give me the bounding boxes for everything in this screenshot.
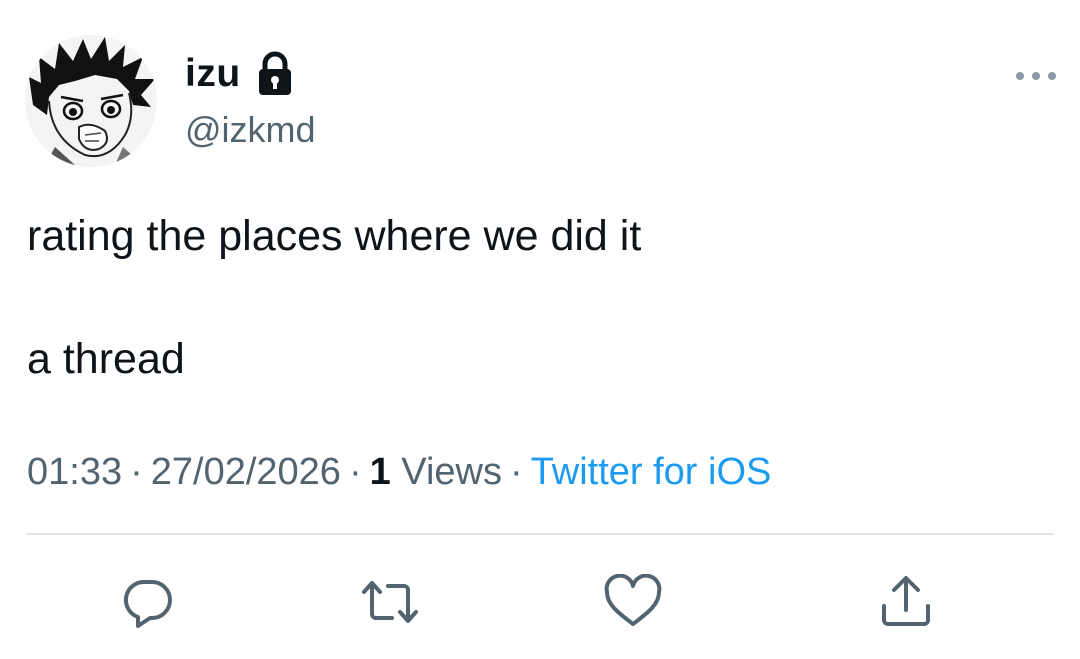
retweet-icon <box>362 581 418 623</box>
share-button[interactable] <box>874 570 938 634</box>
separator-dot: · <box>130 451 143 493</box>
retweet-button[interactable] <box>358 570 422 634</box>
like-button[interactable] <box>601 570 665 634</box>
divider <box>27 533 1054 535</box>
tweet-detail: izu @izkmd rating the places where we di… <box>0 0 1080 659</box>
tweet-metadata: 01:33 · 27/02/2026 · 1 Views · Twitter for iOS <box>27 448 771 496</box>
tweet-text-line: rating the places where we did it <box>27 212 642 260</box>
display-name[interactable]: izu <box>185 50 295 98</box>
avatar[interactable] <box>25 35 157 167</box>
heart-icon <box>604 574 662 626</box>
views-label[interactable]: Views <box>401 451 502 493</box>
separator-dot: · <box>348 451 362 493</box>
views-count[interactable]: 1 <box>370 451 391 493</box>
reply-button[interactable] <box>116 570 180 634</box>
display-name-text[interactable]: izu <box>185 50 241 98</box>
avatar-drawing-icon <box>25 35 157 167</box>
user-handle[interactable]: @izkmd <box>185 108 316 152</box>
separator-dot: · <box>509 451 523 493</box>
reply-icon <box>123 579 172 628</box>
tweet-date[interactable]: 27/02/2026 <box>151 451 341 493</box>
share-icon <box>882 576 930 626</box>
tweet-text-line: a thread <box>27 335 185 383</box>
tweet-time[interactable]: 01:33 <box>27 451 122 493</box>
more-options-icon[interactable] <box>1015 66 1057 86</box>
tweet-source-link[interactable]: Twitter for iOS <box>531 451 772 493</box>
lock-icon <box>258 51 291 95</box>
